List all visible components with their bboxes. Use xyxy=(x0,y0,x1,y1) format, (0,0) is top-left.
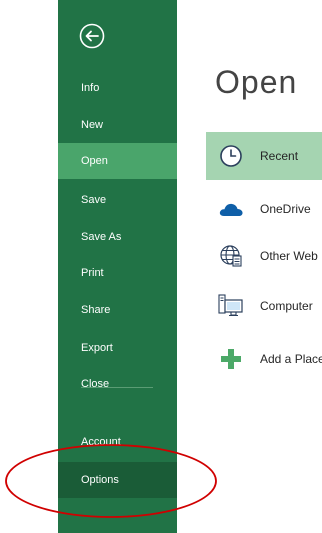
nav-info[interactable]: Info xyxy=(58,76,177,100)
clock-icon xyxy=(218,143,244,169)
location-label: OneDrive xyxy=(260,202,311,216)
location-recent[interactable]: Recent xyxy=(206,132,322,180)
page-title: Open xyxy=(215,64,298,100)
nav-new[interactable]: New xyxy=(58,113,177,137)
location-label: Add a Place xyxy=(260,352,322,366)
location-label: Computer xyxy=(260,299,313,313)
location-onedrive[interactable]: OneDrive xyxy=(206,185,322,233)
nav-save[interactable]: Save xyxy=(58,188,177,212)
nav-print[interactable]: Print xyxy=(58,261,177,285)
cloud-icon xyxy=(218,196,244,222)
nav-export[interactable]: Export xyxy=(58,336,177,360)
back-arrow-circle-icon xyxy=(79,23,105,49)
nav-open[interactable]: Open xyxy=(58,143,177,179)
location-label: Recent xyxy=(260,149,299,163)
plus-icon xyxy=(218,346,244,372)
location-add-place[interactable]: Add a Place xyxy=(206,335,322,383)
back-button[interactable] xyxy=(79,23,105,49)
globe-icon xyxy=(218,243,244,269)
location-label: Other Web Locations xyxy=(260,249,322,263)
location-other-web[interactable]: Other Web Locations xyxy=(206,232,322,280)
nav-share[interactable]: Share xyxy=(58,298,177,322)
nav-close[interactable]: Close xyxy=(58,372,177,396)
nav-divider xyxy=(81,387,153,388)
nav-save-as[interactable]: Save As xyxy=(58,225,177,249)
location-computer[interactable]: Computer xyxy=(206,282,322,330)
highlight-ellipse xyxy=(5,444,217,518)
computer-icon xyxy=(218,293,244,319)
